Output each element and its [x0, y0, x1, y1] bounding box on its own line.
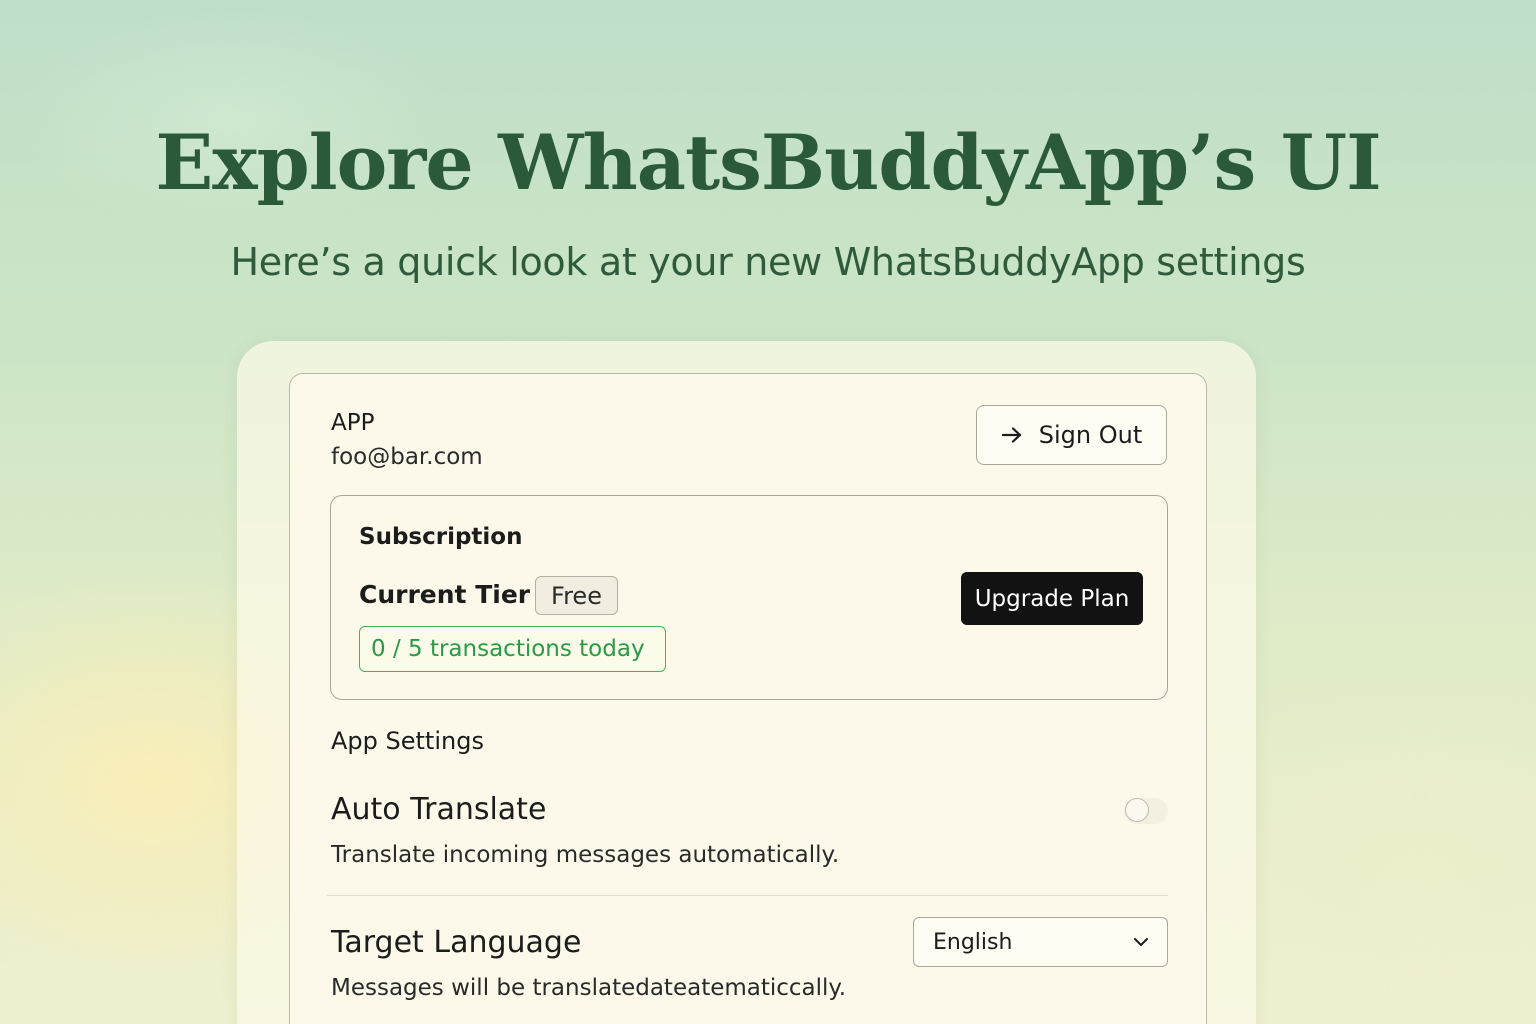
arrow-right-icon — [1001, 426, 1023, 444]
settings-card: APP foo@bar.com Sign Out Subscription Cu… — [289, 373, 1207, 1024]
selected-language: English — [933, 929, 1013, 955]
upgrade-plan-button[interactable]: Upgrade Plan — [961, 572, 1143, 625]
target-language-title: Target Language — [331, 925, 582, 960]
subscription-title: Subscription — [359, 524, 523, 550]
sign-out-label: Sign Out — [1038, 421, 1143, 449]
account-email: foo@bar.com — [331, 444, 483, 470]
app-label: APP — [331, 410, 375, 436]
current-tier-label: Current Tier — [359, 580, 531, 609]
subscription-section: Subscription Current Tier Free 0 / 5 tra… — [330, 495, 1168, 700]
toggle-knob — [1125, 798, 1149, 822]
target-language-select[interactable]: English — [913, 917, 1168, 967]
chevron-down-icon — [1133, 937, 1149, 947]
tier-badge: Free — [535, 576, 618, 615]
page-title: Explore WhatsBuddyApp’s UI — [155, 118, 1381, 207]
auto-translate-title: Auto Translate — [331, 792, 547, 827]
auto-translate-description: Translate incoming messages automaticall… — [331, 842, 840, 868]
app-settings-heading: App Settings — [331, 727, 484, 755]
usage-counter: 0 / 5 transactions today — [359, 626, 666, 672]
divider — [327, 895, 1168, 896]
auto-translate-toggle[interactable] — [1124, 798, 1168, 824]
sign-out-button[interactable]: Sign Out — [976, 405, 1167, 465]
target-language-description: Messages will be translatedateatematicca… — [331, 975, 847, 1001]
page-subtitle: Here’s a quick look at your new WhatsBud… — [230, 240, 1306, 284]
